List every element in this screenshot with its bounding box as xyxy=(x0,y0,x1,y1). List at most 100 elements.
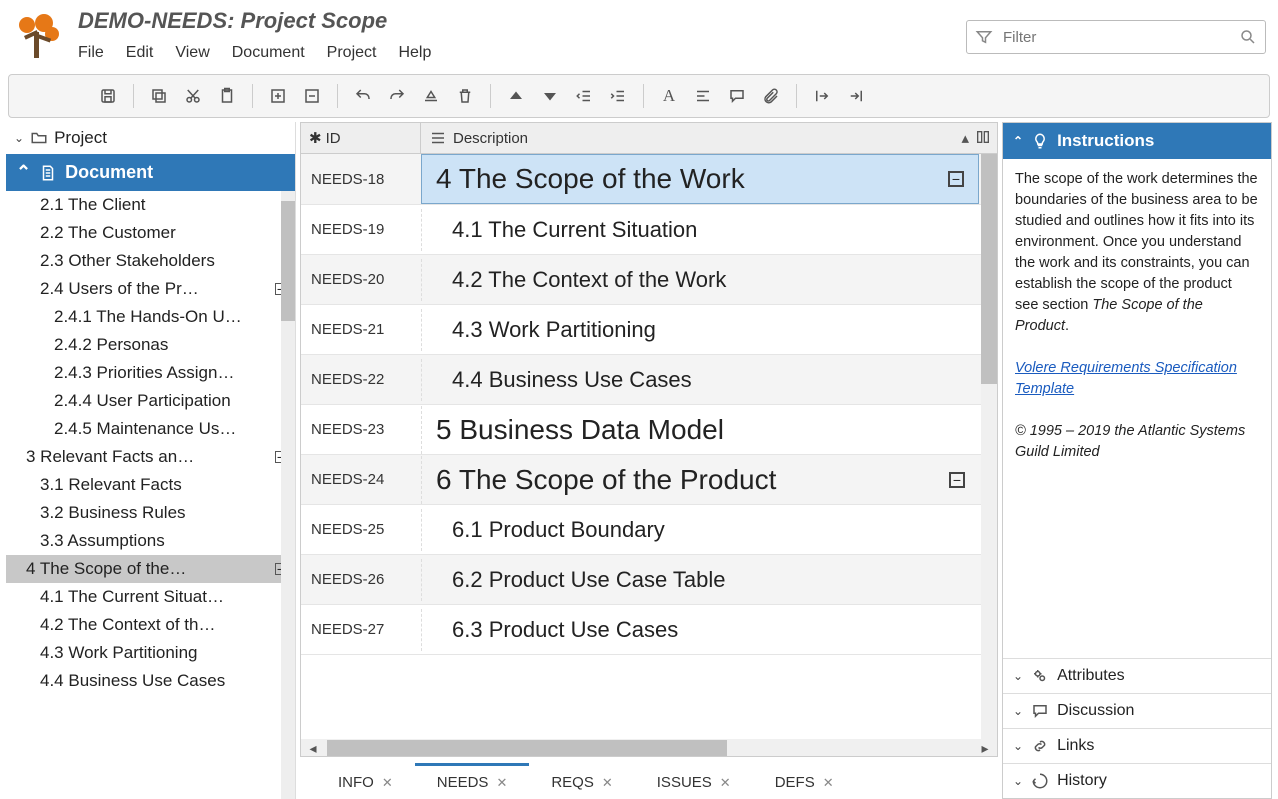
sort-up-icon[interactable]: ▴ xyxy=(961,129,969,147)
tree-item[interactable]: 2.4.4 User Participation xyxy=(6,387,295,415)
close-icon[interactable]: ✕ xyxy=(496,775,507,791)
align-icon[interactable] xyxy=(688,81,718,111)
grid-scrollbar-horizontal[interactable]: ◂ ▸ xyxy=(300,739,998,757)
tree-scrollbar[interactable] xyxy=(281,191,295,799)
remove-icon[interactable] xyxy=(297,81,327,111)
accordion-discussion[interactable]: ⌄Discussion xyxy=(1003,693,1271,728)
close-icon[interactable]: ✕ xyxy=(720,775,731,791)
tree-item[interactable]: 4.1 The Current Situat… xyxy=(6,583,295,611)
column-header-id[interactable]: ✱ ID xyxy=(301,123,421,153)
comment-icon[interactable] xyxy=(722,81,752,111)
tree-item[interactable]: 2.4 Users of the Pr…− xyxy=(6,275,295,303)
cell-description[interactable]: 4.4 Business Use Cases xyxy=(421,359,979,401)
table-row[interactable]: NEEDS-224.4 Business Use Cases xyxy=(301,355,997,405)
tree-item[interactable]: 2.4.3 Priorities Assign… xyxy=(6,359,295,387)
table-row[interactable]: NEEDS-266.2 Product Use Case Table xyxy=(301,555,997,605)
tree-item[interactable]: 3.3 Assumptions xyxy=(6,527,295,555)
indent-icon[interactable] xyxy=(603,81,633,111)
tab-reqs[interactable]: REQS✕ xyxy=(529,763,634,799)
close-icon[interactable]: ✕ xyxy=(382,775,393,791)
filter-box[interactable] xyxy=(966,20,1266,54)
filter-input[interactable] xyxy=(1003,29,1229,46)
volere-link[interactable]: Volere Requirements Specification Templa… xyxy=(1015,360,1237,397)
scroll-right-icon[interactable]: ▸ xyxy=(975,739,995,757)
delete-icon[interactable] xyxy=(450,81,480,111)
cell-description[interactable]: 4.2 The Context of the Work xyxy=(421,259,979,301)
tree-project-root[interactable]: ⌄ Project xyxy=(6,122,295,154)
menu-view[interactable]: View xyxy=(175,44,209,62)
main-grid: ✱ ID Description ▴ NEEDS-184 The Scope o… xyxy=(300,122,998,799)
table-row[interactable]: NEEDS-214.3 Work Partitioning xyxy=(301,305,997,355)
table-row[interactable]: NEEDS-276.3 Product Use Cases xyxy=(301,605,997,655)
menu-document[interactable]: Document xyxy=(232,44,305,62)
cell-description[interactable]: 4.3 Work Partitioning xyxy=(421,309,979,351)
grid-header: ✱ ID Description ▴ xyxy=(300,122,998,154)
cell-description[interactable]: 6.2 Product Use Case Table xyxy=(421,559,979,601)
chevron-down-icon: ⌄ xyxy=(14,131,24,145)
attach-icon[interactable] xyxy=(756,81,786,111)
tab-info[interactable]: INFO✕ xyxy=(316,763,415,799)
cell-description[interactable]: 5 Business Data Model xyxy=(421,406,979,454)
redo-icon[interactable] xyxy=(382,81,412,111)
tree-item[interactable]: 2.4.2 Personas xyxy=(6,331,295,359)
cell-id: NEEDS-27 xyxy=(301,613,421,646)
tree-item[interactable]: 2.4.5 Maintenance Us… xyxy=(6,415,295,443)
tab-needs[interactable]: NEEDS✕ xyxy=(415,763,530,799)
menu-file[interactable]: File xyxy=(78,44,104,62)
instructions-header[interactable]: ⌃ Instructions xyxy=(1003,123,1271,159)
cell-description[interactable]: 4 The Scope of the Work− xyxy=(421,154,979,204)
close-icon[interactable]: ✕ xyxy=(823,775,834,791)
goto-right-icon[interactable] xyxy=(807,81,837,111)
table-row[interactable]: NEEDS-194.1 The Current Situation xyxy=(301,205,997,255)
down-icon[interactable] xyxy=(535,81,565,111)
menu-edit[interactable]: Edit xyxy=(126,44,154,62)
up-icon[interactable] xyxy=(501,81,531,111)
tree-item[interactable]: 4 The Scope of the…− xyxy=(6,555,295,583)
column-header-description[interactable]: Description ▴ xyxy=(421,123,997,153)
tree-item[interactable]: 3.2 Business Rules xyxy=(6,499,295,527)
outdent-icon[interactable] xyxy=(569,81,599,111)
scroll-left-icon[interactable]: ◂ xyxy=(303,739,323,757)
font-icon[interactable]: A xyxy=(654,81,684,111)
table-row[interactable]: NEEDS-184 The Scope of the Work− xyxy=(301,154,997,205)
cell-description[interactable]: 6.1 Product Boundary xyxy=(421,509,979,551)
table-row[interactable]: NEEDS-235 Business Data Model xyxy=(301,405,997,455)
tree-item[interactable]: 3 Relevant Facts an…− xyxy=(6,443,295,471)
goto-end-icon[interactable] xyxy=(841,81,871,111)
grid-scrollbar-vertical[interactable] xyxy=(981,154,997,739)
tab-defs[interactable]: DEFS✕ xyxy=(753,763,856,799)
tree-item[interactable]: 4.4 Business Use Cases xyxy=(6,667,295,695)
cell-description[interactable]: 4.1 The Current Situation xyxy=(421,209,979,251)
tree-item[interactable]: 2.4.1 The Hands-On U… xyxy=(6,303,295,331)
table-row[interactable]: NEEDS-246 The Scope of the Product− xyxy=(301,455,997,505)
tab-issues[interactable]: ISSUES✕ xyxy=(635,763,753,799)
undo-icon[interactable] xyxy=(348,81,378,111)
expand-icon[interactable] xyxy=(416,81,446,111)
menu-project[interactable]: Project xyxy=(327,44,377,62)
tree-document-node[interactable]: ⌃ Document xyxy=(6,154,295,191)
accordion-attributes[interactable]: ⌄Attributes xyxy=(1003,658,1271,693)
search-icon[interactable] xyxy=(1239,28,1257,46)
tree-item[interactable]: 4.3 Work Partitioning xyxy=(6,639,295,667)
accordion-links[interactable]: ⌄Links xyxy=(1003,728,1271,763)
cell-description[interactable]: 6 The Scope of the Product− xyxy=(421,456,979,504)
collapse-icon[interactable]: − xyxy=(949,472,965,488)
add-icon[interactable] xyxy=(263,81,293,111)
cell-description[interactable]: 6.3 Product Use Cases xyxy=(421,609,979,651)
tree-item[interactable]: 4.2 The Context of th… xyxy=(6,611,295,639)
tree-item[interactable]: 2.2 The Customer xyxy=(6,219,295,247)
close-icon[interactable]: ✕ xyxy=(602,775,613,791)
accordion-history[interactable]: ⌄History xyxy=(1003,763,1271,798)
cut-icon[interactable] xyxy=(178,81,208,111)
columns-icon[interactable] xyxy=(975,129,991,145)
tree-item[interactable]: 2.3 Other Stakeholders xyxy=(6,247,295,275)
menu-help[interactable]: Help xyxy=(398,44,431,62)
collapse-icon[interactable]: − xyxy=(948,171,964,187)
table-row[interactable]: NEEDS-204.2 The Context of the Work xyxy=(301,255,997,305)
copy-icon[interactable] xyxy=(144,81,174,111)
table-row[interactable]: NEEDS-256.1 Product Boundary xyxy=(301,505,997,555)
tree-item[interactable]: 3.1 Relevant Facts xyxy=(6,471,295,499)
tree-item[interactable]: 2.1 The Client xyxy=(6,191,295,219)
save-icon[interactable] xyxy=(93,81,123,111)
paste-icon[interactable] xyxy=(212,81,242,111)
